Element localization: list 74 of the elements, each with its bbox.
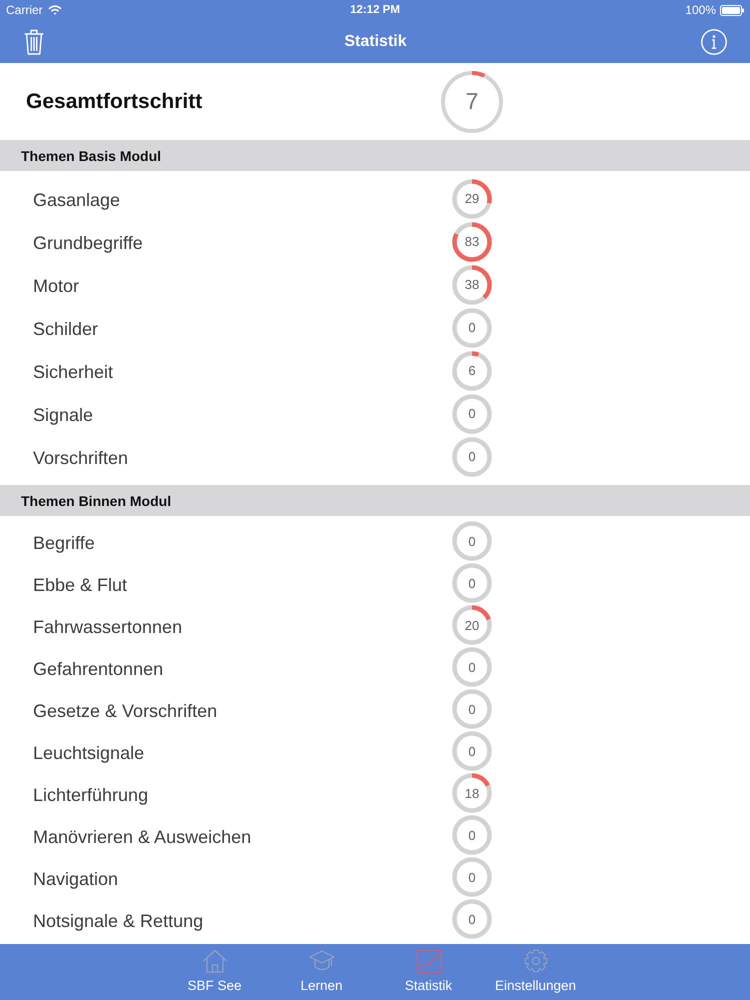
topic-name[interactable]: Sicherheit [33,358,452,383]
progress-ring [452,857,492,897]
topic-name[interactable]: Vorschriften [33,444,452,469]
line-chart-icon [416,949,442,973]
topic-name[interactable]: Begriffe [33,528,452,554]
topic-name[interactable]: Lichterführung [33,780,452,806]
topic-name[interactable]: Schilder [33,315,452,340]
topic-name[interactable]: Gesetze & Vorschriften [33,696,452,722]
topic-name[interactable]: Navigation [33,864,452,890]
progress-value: 0 [468,870,476,884]
progress-value: 0 [468,828,476,842]
battery-percent: 100% [685,3,716,17]
topic-name[interactable]: Ebbe & Flut [33,570,452,596]
progress-value: 0 [468,320,476,335]
progress-value: 83 [464,234,480,249]
progress-value: 0 [468,406,476,421]
progress-ring [452,436,492,476]
progress-ring [452,605,492,645]
settings-icon [522,949,548,973]
progress-value: 0 [468,660,476,674]
tab[interactable]: Statistik [375,944,482,1000]
progress-value: 0 [468,744,476,758]
progress-value: 0 [468,912,476,926]
progress-value: 20 [464,618,480,632]
tab[interactable]: SBF See [161,944,268,1000]
topic-name[interactable]: Manövrieren & Ausweichen [33,822,452,848]
tab[interactable]: Einstellungen [482,944,589,1000]
topic-name[interactable]: Gasanlage [33,186,452,211]
topic-name[interactable]: Gefahrentonnen [33,654,452,680]
progress-value: 0 [468,702,476,716]
progress-ring [452,689,492,729]
progress-ring [452,521,492,561]
progress-ring [452,350,492,390]
progress-ring [452,178,492,218]
progress-ring [440,70,504,134]
progress-value: 0 [468,576,476,590]
topic-name[interactable]: Signale [33,401,452,426]
progress-value: 0 [468,534,476,548]
progress-ring [452,563,492,603]
carrier-text: Carrier [6,3,43,17]
section-header: Themen Binnen Modul [0,485,750,516]
progress-ring [452,308,492,348]
info-button[interactable] [701,28,727,54]
topic-name[interactable]: Leuchtsignale [33,738,452,764]
progress-ring [452,899,492,939]
wifi-icon [48,5,62,15]
topic-name[interactable]: Fahrwassertonnen [33,612,452,638]
topic-name[interactable]: Motor [33,272,452,297]
graduation-cap-icon [308,949,334,973]
battery-icon [720,4,744,16]
home-icon [202,949,228,973]
progress-ring [452,222,492,262]
topic-name[interactable]: Grundbegriffe [33,229,452,254]
progress-value: 0 [468,449,476,464]
info-icon [701,28,727,54]
progress-value: 29 [464,191,480,206]
trash-icon [24,28,44,54]
progress-ring [452,815,492,855]
topic-name[interactable]: Notsignale & Rettung [33,906,452,932]
overall-progress-title: Gesamtfortschritt [26,90,204,114]
tab[interactable]: Lernen [268,944,375,1000]
progress-value: 18 [464,786,480,800]
progress-ring [452,264,492,304]
progress-ring [452,647,492,687]
delete-button[interactable] [24,28,44,54]
progress-value: 38 [464,277,480,292]
progress-value: 6 [468,363,476,378]
section-header: Themen Basis Modul [0,140,750,171]
progress-ring [452,731,492,771]
progress-ring [452,773,492,813]
nav-title: Statistik [344,32,407,50]
progress-ring [452,394,492,434]
progress-value: 7 [466,88,478,115]
clock-text: 12:12 PM [350,3,400,17]
